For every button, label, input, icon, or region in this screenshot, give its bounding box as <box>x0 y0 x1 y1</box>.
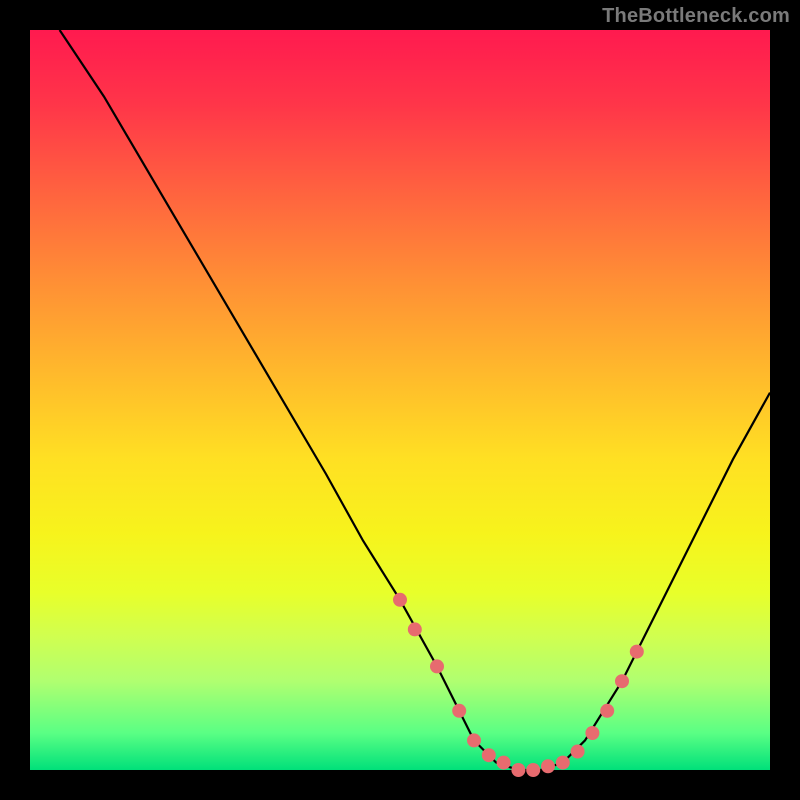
highlight-dot <box>630 645 644 659</box>
highlight-dot <box>571 745 585 759</box>
highlight-dot <box>408 622 422 636</box>
highlight-dot <box>482 748 496 762</box>
highlight-dot <box>526 763 540 777</box>
highlight-dot <box>541 759 555 773</box>
highlight-dot <box>452 704 466 718</box>
highlight-dot <box>393 593 407 607</box>
highlight-dot <box>467 733 481 747</box>
chart-layer <box>60 30 770 777</box>
highlight-dot <box>615 674 629 688</box>
highlight-dot <box>585 726 599 740</box>
chart-svg <box>0 0 800 800</box>
highlight-dot <box>600 704 614 718</box>
highlight-dot <box>497 756 511 770</box>
highlight-dots <box>393 593 644 777</box>
figure-stage: TheBottleneck.com <box>0 0 800 800</box>
highlight-dot <box>556 756 570 770</box>
bottleneck-curve <box>60 30 770 770</box>
highlight-dot <box>430 659 444 673</box>
highlight-dot <box>511 763 525 777</box>
watermark-text: TheBottleneck.com <box>602 6 790 26</box>
